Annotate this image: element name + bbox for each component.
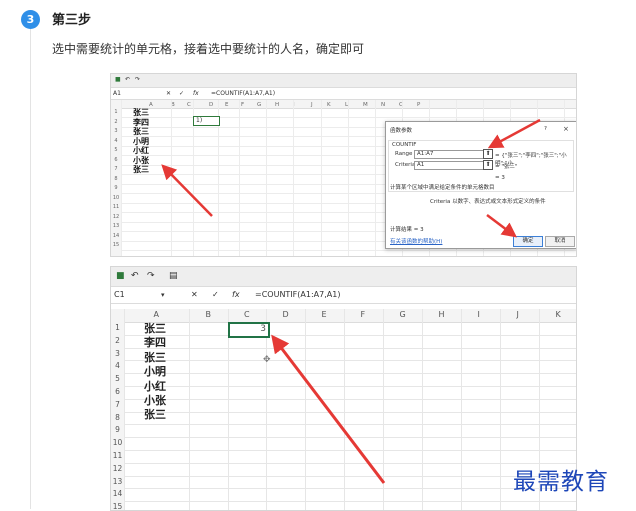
arrow-to-result xyxy=(271,334,386,484)
arrow-to-names xyxy=(161,164,213,217)
arrow-to-range-select xyxy=(487,118,541,149)
annotation-arrows xyxy=(161,118,541,484)
arrow-to-ok xyxy=(486,214,517,238)
